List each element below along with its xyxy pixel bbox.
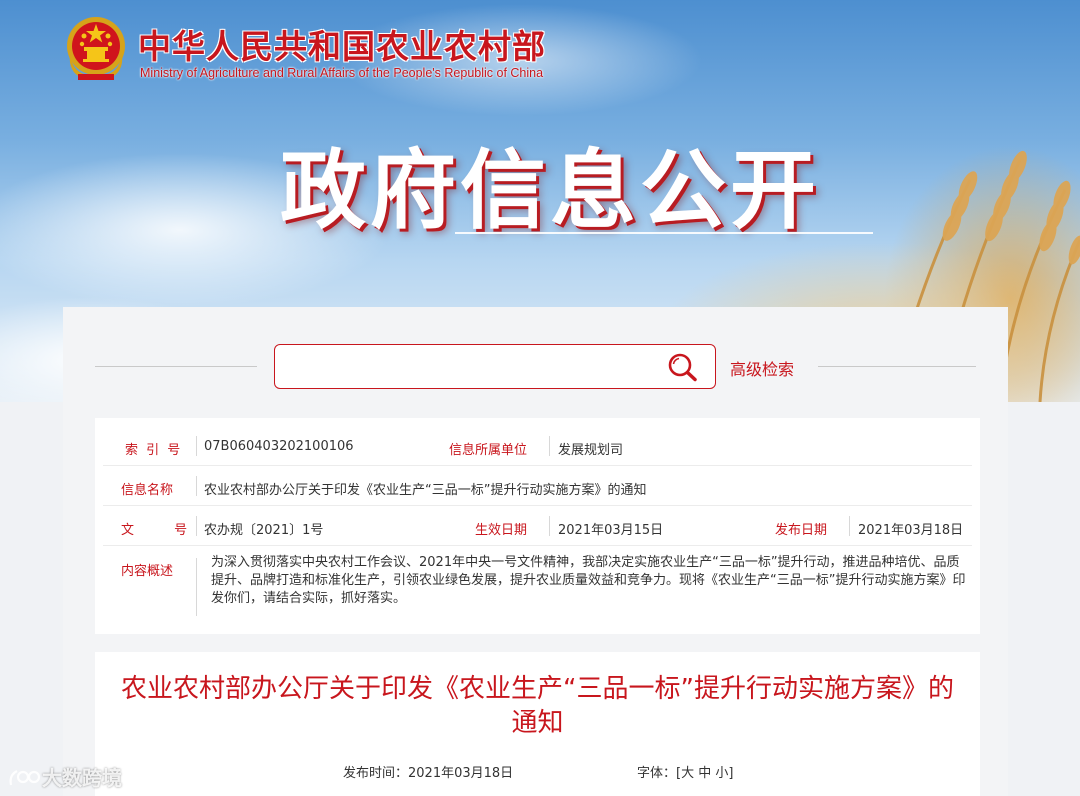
info-table: 索 引 号 07B060403202100106 信息所属单位 发展规划司 信息…: [95, 418, 980, 634]
effective-date-value: 2021年03月15日: [558, 523, 664, 538]
summary-label: 内容概述: [121, 564, 174, 579]
index-value: 07B060403202100106: [204, 439, 354, 454]
article-publish-time: 发布时间：2021年03月18日: [343, 762, 513, 781]
watermark: 大数跨境: [8, 762, 122, 791]
info-row-index: 索 引 号 07B060403202100106 信息所属单位 发展规划司: [103, 426, 972, 466]
publish-time-value: 2021年03月18日: [408, 766, 514, 781]
column-divider: [549, 516, 550, 536]
search-input[interactable]: [285, 353, 655, 381]
search-icon[interactable]: [667, 352, 699, 382]
effective-date-label: 生效日期: [475, 523, 528, 538]
info-row-document: 文 号 农办规〔2021〕1号 生效日期 2021年03月15日 发布日期 20…: [103, 506, 972, 546]
column-divider: [196, 476, 197, 496]
font-medium-button[interactable]: 中: [698, 766, 711, 781]
publish-date-value: 2021年03月18日: [858, 523, 964, 538]
column-divider: [196, 516, 197, 536]
watermark-text: 大数跨境: [42, 766, 122, 790]
publish-date-label: 发布日期: [775, 523, 828, 538]
unit-value: 发展规划司: [558, 443, 624, 458]
column-divider: [549, 436, 550, 456]
search-box[interactable]: [274, 344, 716, 389]
font-size-switcher: 字体：[大 中 小]: [637, 762, 734, 781]
index-label: 索 引 号: [125, 443, 183, 458]
font-size-label: 字体：: [637, 766, 677, 781]
doc-number-label: 文 号: [121, 523, 206, 538]
article: 农业农村部办公厅关于印发《农业生产“三品一标”提升行动实施方案》的通知 发布时间…: [95, 652, 980, 796]
title-divider: [455, 232, 873, 234]
name-value: 农业农村部办公厅关于印发《农业生产“三品一标”提升行动实施方案》的通知: [204, 483, 647, 498]
watermark-logo-icon: [9, 770, 41, 786]
national-emblem-icon: [67, 17, 125, 80]
unit-label: 信息所属单位: [449, 443, 528, 458]
doc-number-value: 农办规〔2021〕1号: [204, 523, 324, 538]
search-divider-right: [818, 366, 976, 367]
advanced-search-link[interactable]: 高级检索: [730, 356, 794, 380]
info-row-summary: 内容概述 为深入贯彻落实中央农村工作会议、2021年中央一号文件精神，我部决定实…: [103, 552, 972, 622]
font-bracket-close: ]: [728, 766, 734, 781]
summary-value: 为深入贯彻落实中央农村工作会议、2021年中央一号文件精神，我部决定实施农业生产…: [211, 555, 966, 606]
column-divider: [196, 436, 197, 456]
font-small-button[interactable]: 小: [715, 766, 728, 781]
column-divider: [196, 558, 197, 616]
name-label: 信息名称: [121, 483, 174, 498]
search-divider-left: [95, 366, 257, 367]
ministry-name-en: Ministry of Agriculture and Rural Affair…: [140, 66, 544, 80]
column-divider: [849, 516, 850, 536]
font-large-button[interactable]: 大: [681, 766, 694, 781]
article-title: 农业农村部办公厅关于印发《农业生产“三品一标”提升行动实施方案》的通知: [121, 674, 954, 738]
ministry-name-cn[interactable]: 中华人民共和国农业农村部: [138, 20, 546, 68]
info-row-name: 信息名称 农业农村部办公厅关于印发《农业生产“三品一标”提升行动实施方案》的通知: [103, 466, 972, 506]
publish-time-label: 发布时间：: [343, 766, 409, 781]
section-title: 政府信息公开: [280, 141, 820, 241]
